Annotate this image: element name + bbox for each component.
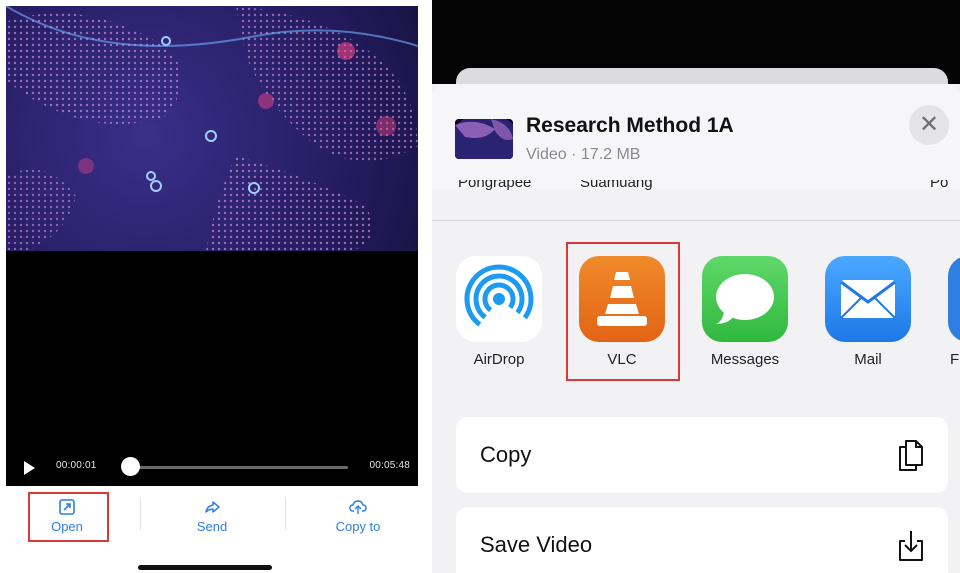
scrubber-knob[interactable]	[121, 457, 140, 476]
save-download-icon	[899, 531, 923, 561]
share-title: Research Method 1A	[526, 114, 734, 137]
video-player[interactable]: 00:00:01 00:05:48	[6, 6, 418, 486]
save-video-label: Save Video	[480, 532, 593, 557]
person-name[interactable]: Suamuang	[580, 180, 653, 191]
app-mail[interactable]: Mail	[825, 256, 911, 376]
app-label: AirDrop	[473, 351, 525, 368]
total-duration: 00:05:48	[369, 460, 410, 471]
app-label: Messages	[710, 351, 780, 368]
mail-icon	[825, 256, 911, 342]
player-controls: 00:00:01 00:05:48	[6, 448, 418, 486]
video-frame-globe-image	[6, 6, 418, 251]
save-video-action[interactable]: Save Video	[456, 507, 948, 573]
toolbar-divider	[285, 498, 286, 530]
share-subtitle: Video · 17.2 MB	[526, 146, 641, 163]
play-icon[interactable]	[24, 461, 35, 475]
share-sheet-panel: Research Method 1A Video · 17.2 MB ✕ Pon…	[432, 0, 960, 573]
toolbar-divider	[140, 498, 141, 530]
copy-to-label: Copy to	[335, 519, 381, 534]
video-thumbnail	[455, 119, 513, 159]
current-time: 00:00:01	[56, 460, 97, 471]
app-messages[interactable]: Messages	[702, 256, 788, 376]
close-icon: ✕	[918, 111, 940, 138]
send-button[interactable]: Send	[157, 494, 267, 538]
send-arrow-icon	[205, 501, 220, 513]
person-name[interactable]: Pongrapee	[458, 180, 531, 191]
messages-icon	[702, 256, 788, 342]
copy-action[interactable]: Copy	[456, 417, 948, 493]
divider	[432, 220, 960, 221]
video-viewer-panel: 00:00:01 00:05:48 Open Send Copy to	[0, 0, 424, 573]
copy-icon	[899, 440, 923, 471]
copy-label: Copy	[480, 442, 532, 467]
cloud-upload-icon	[349, 500, 367, 514]
share-sheet-header: Research Method 1A Video · 17.2 MB ✕	[432, 84, 960, 189]
airdrop-icon	[456, 256, 542, 342]
app-partial[interactable]: F	[948, 256, 960, 376]
scrubber-track[interactable]	[128, 466, 348, 469]
highlight-box-open	[28, 492, 109, 542]
app-airdrop[interactable]: AirDrop	[456, 256, 542, 376]
highlight-box-vlc	[566, 242, 680, 381]
copy-to-button[interactable]: Copy to	[303, 494, 413, 538]
home-indicator	[138, 565, 272, 570]
people-suggestions-row: Pongrapee Suamuang Po	[432, 180, 960, 220]
close-button[interactable]: ✕	[909, 105, 949, 145]
send-label: Send	[196, 519, 228, 534]
app-label: Mail	[854, 351, 882, 368]
app-icon	[948, 256, 960, 342]
person-name[interactable]: Po	[930, 180, 948, 191]
app-label: F	[950, 351, 960, 368]
